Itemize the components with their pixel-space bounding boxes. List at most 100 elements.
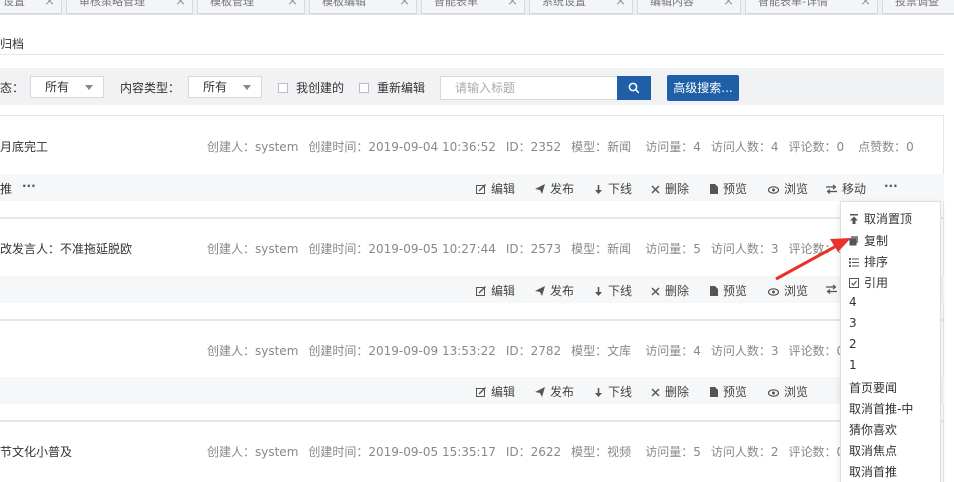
menu-item-1[interactable]: 1 [849, 358, 857, 372]
tab-label: 编辑内容 [650, 0, 694, 8]
status-select[interactable]: 所有 [30, 76, 104, 98]
offline-button[interactable]: 下线 [594, 383, 632, 400]
tab-review-policy[interactable]: 审核策略管理 × [66, 0, 193, 14]
publish-button[interactable]: 发布 [535, 282, 574, 299]
close-icon[interactable]: × [44, 0, 55, 11]
preview-button[interactable]: 预览 [710, 282, 747, 299]
delete-label: 删除 [665, 182, 690, 196]
card-title[interactable]: 节文化小普及 [0, 443, 72, 460]
offline-button[interactable]: 下线 [594, 282, 632, 299]
card-footer: 编辑 发布 下线 删除 预览 浏览 [0, 276, 944, 303]
close-icon[interactable]: × [615, 0, 626, 11]
title-search-input[interactable] [440, 76, 618, 100]
advanced-search-button[interactable]: 高级搜索... [667, 75, 739, 101]
edit-button[interactable]: 编辑 [476, 383, 515, 400]
model: 模型：文库 [571, 344, 632, 358]
preview-button[interactable]: 预览 [710, 180, 747, 197]
reedit-checkbox[interactable]: 重新编辑 [359, 79, 425, 96]
content-type-select-value: 所有 [203, 80, 228, 94]
tab-smart-form[interactable]: 智能表单 × [421, 0, 525, 14]
tab-smart-form-detail[interactable]: 智能表单-详情 × [745, 0, 878, 14]
close-icon[interactable]: × [175, 0, 186, 11]
delete-label: 删除 [665, 385, 690, 399]
menu-item-2[interactable]: 2 [849, 337, 857, 351]
preview-label: 预览 [723, 182, 748, 196]
visits: 访问量：4 [645, 140, 701, 154]
menu-item-you-may-like[interactable]: 猜你喜欢 [849, 421, 897, 438]
close-icon[interactable]: × [723, 0, 734, 11]
breadcrumb: 归档 [0, 37, 25, 51]
tab-system-settings[interactable]: 系统设置 × [529, 0, 633, 14]
offline-button[interactable]: 下线 [594, 180, 632, 197]
close-icon[interactable]: × [507, 0, 518, 11]
comments: 评论数：0 [788, 445, 845, 459]
browse-button[interactable]: 浏览 [767, 282, 808, 299]
browse-button[interactable]: 浏览 [767, 180, 808, 197]
offline-label: 下线 [608, 182, 633, 196]
menu-item-unpin[interactable]: 取消置顶 [849, 210, 912, 227]
menu-item-label: 复制 [864, 234, 889, 248]
close-icon [651, 388, 660, 397]
pin-icon [850, 214, 858, 224]
document-icon [710, 184, 718, 194]
copy-icon [849, 236, 858, 246]
card-title[interactable]: 月底完工 [0, 138, 48, 155]
recommend-tag[interactable]: 推 [0, 180, 12, 197]
move-button[interactable]: 移动 [826, 180, 866, 197]
publish-button[interactable]: 发布 [535, 180, 574, 197]
menu-item-4[interactable]: 4 [849, 295, 857, 309]
publish-button[interactable]: 发布 [535, 383, 574, 400]
document-icon [710, 286, 718, 296]
delete-button[interactable]: 删除 [651, 383, 689, 400]
send-icon [535, 387, 545, 397]
visitors: 访问人数：3 [710, 344, 779, 358]
delete-button[interactable]: 删除 [651, 282, 689, 299]
menu-item-cancel-home-recommend-mid[interactable]: 取消首推-中 [849, 400, 913, 417]
menu-item-sort[interactable]: 排序 [849, 253, 888, 270]
edit-button[interactable]: 编辑 [476, 282, 515, 299]
card-footer: 推 ··· 编辑 发布 下线 删除 预览 浏览 移动 ··· [0, 174, 944, 201]
menu-item-homepage-news[interactable]: 首页要闻 [849, 379, 897, 396]
visits: 访问量：5 [645, 445, 701, 459]
close-icon[interactable]: × [399, 0, 410, 11]
checkbox-box[interactable] [359, 83, 369, 93]
tab-vote-survey[interactable]: 投票调查 [882, 0, 954, 14]
preview-label: 预览 [723, 385, 748, 399]
menu-item-copy[interactable]: 复制 [849, 232, 888, 249]
reedit-label: 重新编辑 [377, 81, 426, 95]
menu-item-cancel-home-recommend[interactable]: 取消首推 [849, 463, 897, 480]
menu-item-3[interactable]: 3 [849, 316, 857, 330]
close-icon [651, 185, 660, 194]
content-id: ID：2782 [505, 344, 562, 358]
content-type-select[interactable]: 所有 [188, 76, 262, 98]
creator: 创建人：system [207, 242, 299, 256]
visits: 访问量：4 [645, 344, 701, 358]
swap-icon [826, 184, 837, 194]
close-icon[interactable]: × [860, 0, 871, 11]
arrow-down-icon [595, 287, 602, 296]
my-created-checkbox[interactable]: 我创建的 [278, 79, 344, 96]
checkbox-box[interactable] [278, 83, 288, 93]
offline-label: 下线 [608, 284, 633, 298]
tag-more-button[interactable]: ··· [22, 179, 36, 193]
card-title[interactable]: 改发言人：不准拖延脱欧 [0, 240, 132, 257]
edit-button[interactable]: 编辑 [476, 180, 515, 197]
menu-item-cancel-focus[interactable]: 取消焦点 [849, 442, 897, 459]
tab-label: 智能表单 [434, 0, 478, 8]
browse-button[interactable]: 浏览 [767, 383, 808, 400]
status-label: 态： [0, 81, 25, 95]
delete-button[interactable]: 删除 [651, 180, 689, 197]
search-button[interactable] [617, 76, 651, 100]
close-icon[interactable]: × [287, 0, 298, 11]
tab-edit-content[interactable]: 编辑内容 × [637, 0, 741, 14]
arrow-down-icon [595, 388, 602, 397]
tab-template-edit[interactable]: 模板编辑 × [309, 0, 417, 14]
tab-settings[interactable]: 设置 × [0, 0, 62, 14]
content-card: 改发言人：不准拖延脱欧 创建人：system 创建时间：2019-09-05 10… [0, 218, 944, 320]
menu-item-label: 引用 [864, 276, 889, 290]
preview-button[interactable]: 预览 [710, 383, 747, 400]
more-button[interactable]: ··· [884, 179, 898, 193]
menu-item-reference[interactable]: 引用 [849, 274, 888, 291]
tab-template-management[interactable]: 模板管理 × [197, 0, 305, 14]
card-meta: 创建人：system 创建时间：2019-09-05 15:35:17 ID：262… [207, 443, 854, 460]
